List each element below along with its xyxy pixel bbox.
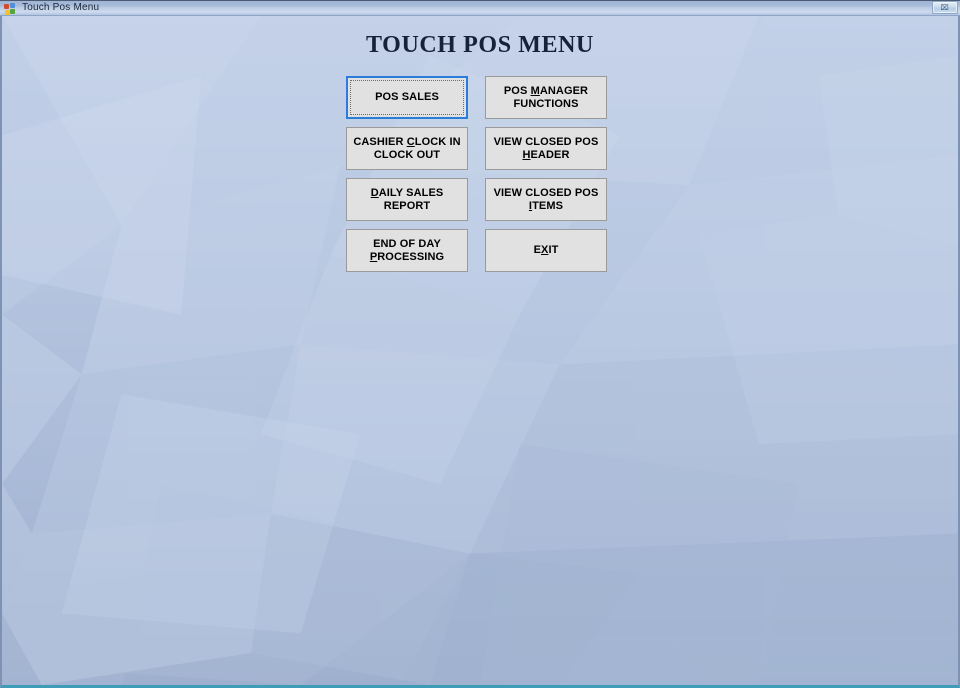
close-icon: ⌧	[940, 3, 950, 12]
view-closed-items-label-pre: VIEW CLOSED POS	[493, 186, 599, 199]
windows-app-icon	[4, 2, 16, 15]
titlebar-button-group: ⌧	[932, 1, 958, 14]
menu-row: DAILY SALES REPORT VIEW CLOSED POS ITEMS	[346, 178, 614, 221]
view-closed-header-label-post: EADER	[530, 148, 570, 161]
client-area: TOUCH POS MENU POS SALES POS MANAGER FUN…	[0, 16, 960, 688]
view-closed-pos-header-button[interactable]: VIEW CLOSED POS HEADER	[485, 127, 607, 170]
view-closed-header-label-pre: VIEW CLOSED POS	[493, 135, 599, 148]
close-window-button[interactable]: ⌧	[932, 1, 958, 14]
end-of-day-processing-button[interactable]: END OF DAY PROCESSING	[346, 229, 468, 272]
window-title: Touch Pos Menu	[22, 2, 100, 13]
title-bar[interactable]: Touch Pos Menu ⌧	[0, 0, 960, 16]
pos-sales-label-pre: POS SALES	[375, 91, 439, 103]
menu-row: CASHIER CLOCK IN CLOCK OUT VIEW CLOSED P…	[346, 127, 614, 170]
page-title: TOUCH POS MENU	[366, 32, 594, 58]
daily-sales-accel: D	[370, 186, 379, 199]
cashier-clock-in-clock-out-button[interactable]: CASHIER CLOCK IN CLOCK OUT	[346, 127, 468, 170]
cashier-clock-accel: C	[406, 135, 415, 148]
view-closed-pos-items-button[interactable]: VIEW CLOSED POS ITEMS	[485, 178, 607, 221]
cashier-clock-label-pre: CASHIER	[353, 135, 407, 148]
pos-manager-functions-label-pre: POS	[503, 84, 531, 97]
menu-row: POS SALES POS MANAGER FUNCTIONS	[346, 76, 614, 119]
daily-sales-report-button[interactable]: DAILY SALES REPORT	[346, 178, 468, 221]
end-of-day-label-post: ROCESSING	[377, 250, 445, 263]
touch-pos-menu-grid: POS SALES POS MANAGER FUNCTIONS CASHIER …	[346, 76, 614, 280]
pos-sales-button[interactable]: POS SALES	[346, 76, 468, 119]
end-of-day-label-pre: END OF DAY	[373, 237, 441, 250]
menu-row: END OF DAY PROCESSING EXIT	[346, 229, 614, 272]
view-closed-items-label-post: TEMS	[532, 199, 564, 212]
pos-manager-functions-accel: M	[530, 84, 540, 97]
touch-pos-menu-window: Touch Pos Menu ⌧ TOUCH POS MENU POS SALE…	[0, 0, 960, 688]
exit-label-post: IT	[548, 244, 559, 256]
view-closed-header-accel: H	[522, 148, 531, 161]
pos-manager-functions-button[interactable]: POS MANAGER FUNCTIONS	[485, 76, 607, 119]
daily-sales-label-post: AILY SALES REPORT	[378, 186, 444, 212]
exit-button[interactable]: EXIT	[485, 229, 607, 272]
exit-label-pre: E	[533, 244, 541, 256]
